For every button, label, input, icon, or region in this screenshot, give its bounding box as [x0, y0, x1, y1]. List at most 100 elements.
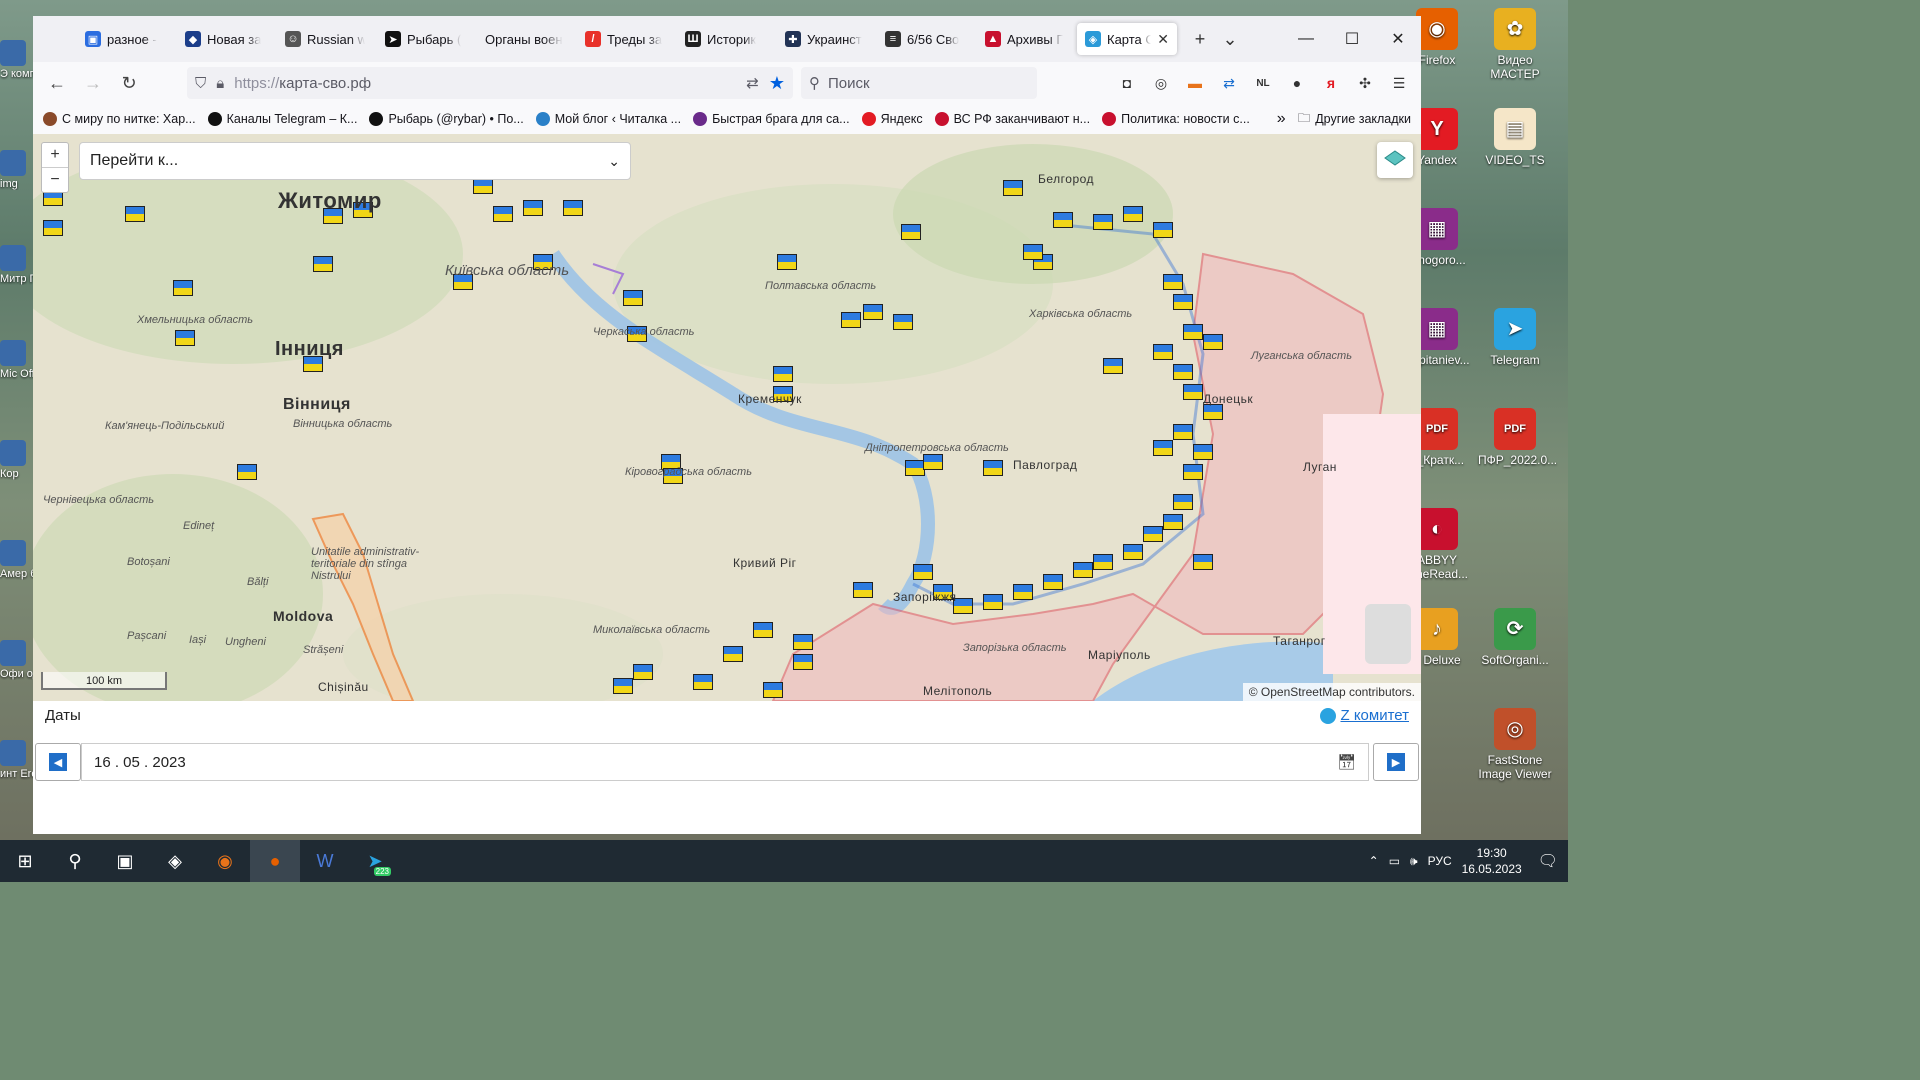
notifications-icon[interactable]: 🗨︎: [1538, 851, 1558, 871]
unit-marker[interactable]: [1153, 344, 1173, 360]
taskbar-telegram-icon[interactable]: ➤ 223: [350, 840, 400, 882]
desktop-icon[interactable]: ▤ VIDEO_TS: [1478, 108, 1552, 167]
yandex-icon[interactable]: я: [1317, 69, 1345, 97]
desktop-icon[interactable]: Mic Offic: [0, 340, 34, 380]
unit-marker[interactable]: [1153, 222, 1173, 238]
unit-marker[interactable]: [923, 454, 943, 470]
unit-marker[interactable]: [1143, 526, 1163, 542]
minimize-button[interactable]: —: [1283, 16, 1329, 62]
calendar-icon[interactable]: 📅︎: [1337, 753, 1356, 771]
tray-lang[interactable]: РУС: [1428, 854, 1452, 868]
next-date-button[interactable]: ▶: [1373, 743, 1419, 781]
lock-icon[interactable]: 🔒︎: [216, 75, 224, 92]
tab[interactable]: ◈ Карта С ✕: [1077, 23, 1177, 55]
maximize-button[interactable]: ☐: [1329, 16, 1375, 62]
tab[interactable]: ✚ Украинст: [777, 23, 873, 55]
unit-marker[interactable]: [237, 464, 257, 480]
unit-marker[interactable]: [983, 594, 1003, 610]
unit-marker[interactable]: [1093, 554, 1113, 570]
desktop-icon[interactable]: Э комп: [0, 40, 34, 80]
close-window-button[interactable]: ✕: [1375, 16, 1421, 62]
tray-chevron-up-icon[interactable]: ⌃: [1369, 854, 1379, 868]
map[interactable]: Житомир Інниця Вінниця Moldova Белгород …: [33, 134, 1421, 701]
unit-marker[interactable]: [793, 634, 813, 650]
bookmark-item[interactable]: Каналы Telegram – К...: [207, 112, 357, 126]
tab[interactable]: ▲ Архивы Г: [977, 23, 1073, 55]
unit-marker[interactable]: [753, 622, 773, 638]
unit-marker[interactable]: [493, 206, 513, 222]
translate-icon[interactable]: ⇄: [746, 74, 759, 92]
zoom-out-button[interactable]: −: [42, 168, 68, 192]
unit-marker[interactable]: [563, 200, 583, 216]
unit-marker[interactable]: [1203, 404, 1223, 420]
search-icon[interactable]: ⚲: [50, 840, 100, 882]
unit-marker[interactable]: [693, 674, 713, 690]
unit-marker[interactable]: [1173, 294, 1193, 310]
bookmark-star-icon[interactable]: ★: [769, 73, 785, 94]
unit-marker[interactable]: [777, 254, 797, 270]
date-input[interactable]: 16 . 05 . 2023 📅︎: [81, 743, 1369, 781]
unit-marker[interactable]: [1173, 494, 1193, 510]
unit-marker[interactable]: [1053, 212, 1073, 228]
bookmarks-overflow-icon[interactable]: »: [1277, 110, 1286, 128]
unit-marker[interactable]: [1103, 358, 1123, 374]
desktop-icon[interactable]: PDF ПФР_2022.0...: [1478, 408, 1557, 467]
unit-marker[interactable]: [1173, 364, 1193, 380]
bookmark-item[interactable]: Яндекс: [861, 112, 923, 126]
unit-marker[interactable]: [893, 314, 913, 330]
unit-marker[interactable]: [773, 366, 793, 382]
taskbar-word-icon[interactable]: W: [300, 840, 350, 882]
zoom-in-button[interactable]: +: [42, 143, 68, 168]
unit-marker[interactable]: [175, 330, 195, 346]
unit-marker[interactable]: [1183, 464, 1203, 480]
unit-marker[interactable]: [793, 654, 813, 670]
desktop-icon[interactable]: инт Ereb: [0, 740, 34, 780]
unit-marker[interactable]: [1013, 584, 1033, 600]
layers-button[interactable]: [1377, 142, 1413, 178]
unit-marker[interactable]: [1163, 274, 1183, 290]
tab[interactable]: Ш Историк: [677, 23, 773, 55]
pocket-icon[interactable]: ◘: [1113, 69, 1141, 97]
extension-icon[interactable]: ●: [1283, 69, 1311, 97]
tray-network-icon[interactable]: ▭: [1389, 854, 1400, 868]
unit-marker[interactable]: [1003, 180, 1023, 196]
unit-marker[interactable]: [523, 200, 543, 216]
unit-marker[interactable]: [1023, 244, 1043, 260]
desktop-icon[interactable]: Офи одно: [0, 640, 34, 680]
unit-marker[interactable]: [1043, 574, 1063, 590]
taskbar-app-icon[interactable]: ◈: [150, 840, 200, 882]
bookmark-item[interactable]: ВС РФ заканчивают н...: [934, 112, 1090, 126]
unit-marker[interactable]: [1203, 334, 1223, 350]
new-tab-button[interactable]: +: [1185, 24, 1215, 54]
unit-marker[interactable]: [1193, 444, 1213, 460]
menu-icon[interactable]: ☰: [1385, 69, 1413, 97]
unit-marker[interactable]: [473, 178, 493, 194]
unit-marker[interactable]: [125, 206, 145, 222]
unit-marker[interactable]: [1153, 440, 1173, 456]
tab[interactable]: ◆ Новая за: [177, 23, 273, 55]
clock[interactable]: 19:30 16.05.2023: [1462, 845, 1522, 877]
unit-marker[interactable]: [613, 678, 633, 694]
shield-icon[interactable]: ⛉: [195, 75, 206, 92]
unit-marker[interactable]: [913, 564, 933, 580]
back-button[interactable]: ←: [41, 67, 73, 99]
unit-marker[interactable]: [623, 290, 643, 306]
unit-marker[interactable]: [901, 224, 921, 240]
nl-extension-icon[interactable]: NL: [1249, 69, 1277, 97]
unit-marker[interactable]: [905, 460, 925, 476]
translate-extension-icon[interactable]: ⇄: [1215, 69, 1243, 97]
unit-marker[interactable]: [1123, 544, 1143, 560]
extension-icon[interactable]: ▬: [1181, 69, 1209, 97]
tab[interactable]: ☺ Russian w: [277, 23, 373, 55]
start-button[interactable]: ⊞: [0, 840, 50, 882]
tab[interactable]: ▣ разное -: [77, 23, 173, 55]
taskbar-app-icon[interactable]: ▣: [100, 840, 150, 882]
z-committee-link[interactable]: Z комитет: [1320, 707, 1409, 724]
bookmark-item[interactable]: Политика: новости с...: [1102, 112, 1250, 126]
tab[interactable]: / Треды за: [577, 23, 673, 55]
desktop-icon[interactable]: ◎ FastStone Image Viewer: [1478, 708, 1552, 781]
tab[interactable]: ➤ Рыбарь (: [377, 23, 473, 55]
reload-button[interactable]: ↻: [113, 67, 145, 99]
bookmark-item[interactable]: С миру по нитке: Хар...: [43, 112, 196, 126]
unit-marker[interactable]: [313, 256, 333, 272]
